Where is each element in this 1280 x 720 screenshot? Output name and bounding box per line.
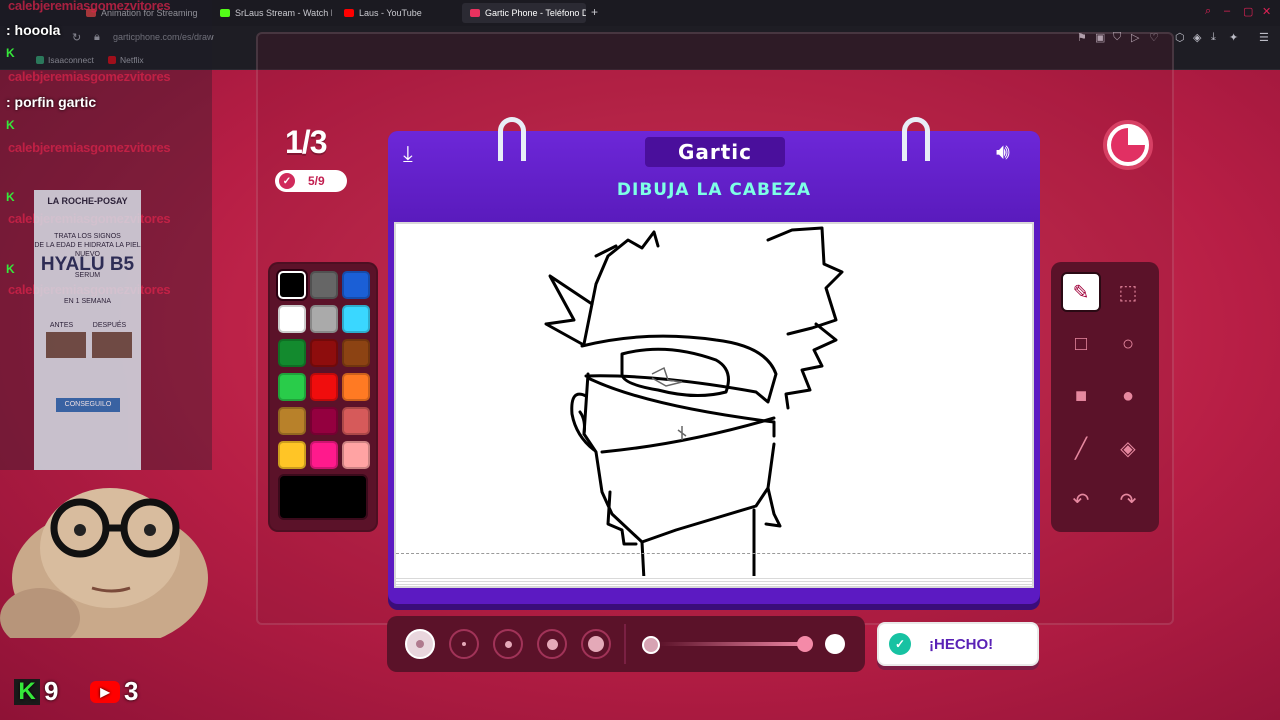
- slider-max-marker: [825, 634, 845, 654]
- color-swatch[interactable]: [278, 441, 306, 469]
- paper-edge: [396, 576, 1032, 586]
- drawing-strokes: [544, 226, 844, 582]
- fill-bucket-icon[interactable]: ◈: [1108, 428, 1148, 468]
- undo-icon[interactable]: ↶: [1061, 480, 1101, 520]
- ad-text: DE LA EDAD E HIDRATA LA PIEL: [34, 242, 141, 249]
- drawing-prompt: DIBUJA LA CABEZA: [616, 180, 812, 200]
- color-swatch[interactable]: [278, 305, 306, 333]
- color-swatch[interactable]: [310, 271, 338, 299]
- kick-favicon: [220, 9, 230, 17]
- ad-after-label: DESPUÉS: [92, 322, 127, 329]
- youtube-viewer-count: ▶ 3: [90, 676, 138, 707]
- check-icon: ✓: [889, 633, 911, 655]
- ad-text: EN 1 SEMANA: [63, 298, 112, 305]
- opacity-slider[interactable]: [640, 634, 850, 654]
- color-swatch[interactable]: [310, 339, 338, 367]
- minimize-icon[interactable]: –: [1224, 5, 1230, 17]
- kick-viewer-count: K 9: [14, 676, 58, 707]
- tab-kick-stream[interactable]: SrLaus Stream - Watch Li: [212, 3, 332, 23]
- menu-icon[interactable]: ☰: [1259, 31, 1269, 44]
- youtube-logo-icon: ▶: [90, 680, 120, 703]
- slider-min-marker: [642, 636, 660, 654]
- kick-logo-icon: K: [14, 678, 40, 705]
- color-swatch[interactable]: [310, 441, 338, 469]
- color-swatch[interactable]: [342, 305, 370, 333]
- rectangle-fill-icon[interactable]: ■: [1061, 376, 1101, 416]
- brush-size-2[interactable]: [449, 629, 479, 659]
- ad-cta-button[interactable]: CONSEGUILO: [56, 398, 120, 412]
- players-done-badge: ✓ 5/9: [275, 170, 347, 192]
- binder-ring-right: [902, 117, 930, 161]
- chat-username: calebjeremiasgomezvitores: [8, 0, 171, 13]
- speaker-icon[interactable]: 🔊︎: [996, 139, 1010, 165]
- circle-fill-icon[interactable]: ●: [1108, 376, 1148, 416]
- binder-ring-left: [498, 117, 526, 161]
- ai-icon[interactable]: ✦: [1229, 31, 1238, 44]
- color-swatch[interactable]: [342, 407, 370, 435]
- ad-photo-before: [46, 332, 86, 358]
- youtube-favicon: [344, 9, 354, 17]
- ad-text: TRATA LOS SIGNOS: [54, 233, 121, 240]
- color-swatch[interactable]: [278, 271, 306, 299]
- circle-outline-icon[interactable]: ○: [1108, 324, 1148, 364]
- color-swatch[interactable]: [342, 271, 370, 299]
- ad-photo-after: [92, 332, 132, 358]
- extensions-icon[interactable]: ⬡: [1175, 31, 1185, 44]
- close-window-icon[interactable]: ✕: [1262, 5, 1271, 18]
- chat-username: calebjeremiasgomezvitores: [8, 140, 171, 155]
- color-swatch[interactable]: [278, 407, 306, 435]
- gartic-favicon: [470, 9, 480, 17]
- slider-thumb[interactable]: [797, 636, 813, 652]
- search-icon[interactable]: ⌕: [1205, 5, 1211, 18]
- color-swatch[interactable]: [342, 373, 370, 401]
- bar-divider: [624, 624, 626, 664]
- kick-badge-icon: K: [6, 262, 15, 276]
- redo-icon[interactable]: ↷: [1108, 480, 1148, 520]
- ad-text: SERUM: [74, 272, 101, 279]
- tab-youtube[interactable]: Laus - YouTube: [336, 3, 456, 23]
- wallet-icon[interactable]: ◈: [1193, 31, 1201, 44]
- kick-badge-icon: K: [6, 190, 15, 204]
- check-icon: ✓: [279, 173, 295, 189]
- pencil-icon[interactable]: ✎: [1061, 272, 1101, 312]
- kick-badge-icon: K: [6, 118, 15, 132]
- new-tab-button[interactable]: +: [591, 5, 598, 19]
- canvas-fold-line: [396, 553, 1032, 554]
- brush-size-5[interactable]: [581, 629, 611, 659]
- players-done-count: 5/9: [308, 174, 325, 188]
- ad-brand: LA ROCHE-POSAY: [47, 196, 128, 206]
- color-swatch[interactable]: [278, 339, 306, 367]
- color-swatch[interactable]: [278, 373, 306, 401]
- streamer-webcam: [0, 488, 208, 638]
- chat-message: : hooola: [6, 22, 61, 38]
- ad-banner[interactable]: LA ROCHE-POSAY TRATA LOS SIGNOS DE LA ED…: [34, 190, 141, 470]
- current-color-preview: [278, 474, 368, 520]
- download-icon[interactable]: ⤓: [403, 141, 413, 167]
- tab-gartic-phone[interactable]: Gartic Phone - Teléfono D: [462, 3, 586, 23]
- kick-badge-icon: K: [6, 46, 15, 60]
- chat-message: : porfin gartic: [6, 94, 97, 110]
- brush-size-1[interactable]: [405, 629, 435, 659]
- color-swatch[interactable]: [342, 441, 370, 469]
- drawing-canvas[interactable]: [394, 222, 1034, 588]
- color-swatch[interactable]: [310, 407, 338, 435]
- chat-username: calebjeremiasgomezvitores: [8, 69, 171, 84]
- color-swatch[interactable]: [310, 305, 338, 333]
- gartic-logo: Gartic: [645, 137, 785, 167]
- downloads-icon[interactable]: ⤓: [1211, 31, 1216, 44]
- color-swatch[interactable]: [310, 373, 338, 401]
- eraser-icon[interactable]: ⬚: [1108, 272, 1148, 312]
- brush-size-3[interactable]: [493, 629, 523, 659]
- slider-track: [658, 642, 808, 646]
- maximize-icon[interactable]: ▢: [1243, 5, 1253, 18]
- round-counter: 1/3: [285, 124, 327, 160]
- timer-icon: [1103, 120, 1153, 170]
- color-swatch[interactable]: [342, 339, 370, 367]
- line-icon[interactable]: ╱: [1061, 428, 1101, 468]
- rectangle-outline-icon[interactable]: □: [1061, 324, 1101, 364]
- brush-size-4[interactable]: [537, 629, 567, 659]
- done-button[interactable]: ✓ ¡HECHO!: [877, 622, 1039, 666]
